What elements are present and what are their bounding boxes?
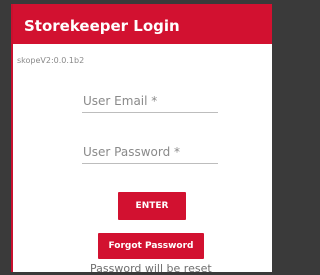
enter-button[interactable]: ENTER [118, 192, 186, 220]
login-window: Storekeeper Login skopeV2:0.0.1b2 User E… [11, 4, 272, 275]
email-field-label: User Email * [83, 94, 158, 108]
app-header: Storekeeper Login [13, 4, 272, 44]
password-field-label: User Password * [83, 145, 181, 159]
page-title: Storekeeper Login [24, 17, 180, 35]
password-field[interactable]: User Password * [82, 141, 218, 164]
version-label: skopeV2:0.0.1b2 [17, 56, 85, 65]
forgot-password-button[interactable]: Forgot Password [98, 233, 204, 259]
reset-note: Password will be reset [90, 262, 212, 275]
email-field[interactable]: User Email * [82, 90, 218, 113]
